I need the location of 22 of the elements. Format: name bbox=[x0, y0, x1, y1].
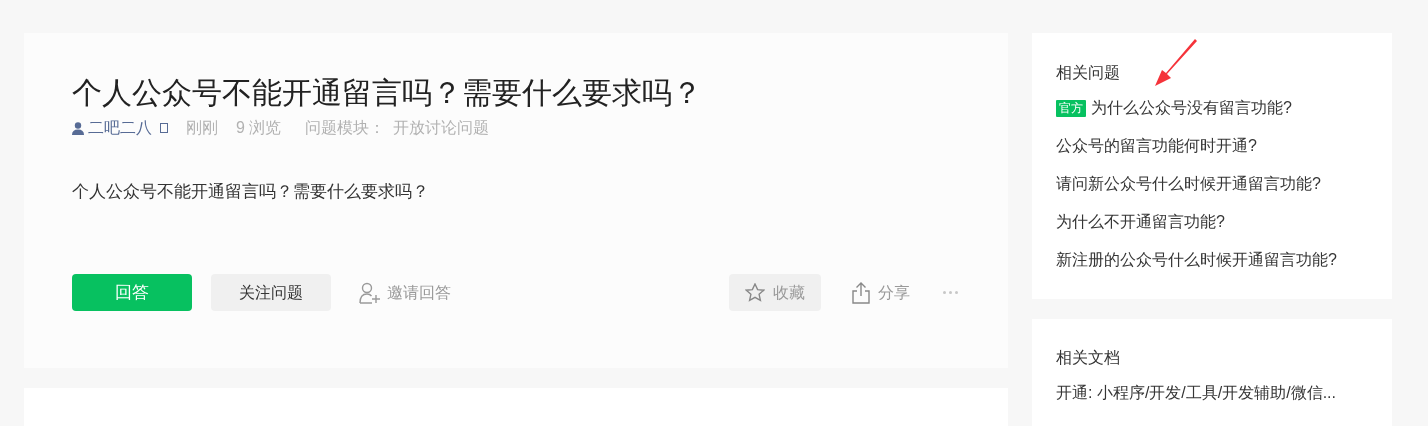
related-link[interactable]: 为什么不开通留言功能? bbox=[1056, 210, 1225, 234]
related-link[interactable]: 为什么公众号没有留言功能? bbox=[1091, 96, 1292, 120]
user-icon bbox=[72, 121, 84, 135]
module-label: 问题模块： bbox=[305, 118, 386, 138]
module-name: 开放讨论问题 bbox=[393, 118, 490, 138]
post-time: 刚刚 bbox=[186, 118, 218, 138]
related-link[interactable]: 公众号的留言功能何时开通? bbox=[1056, 134, 1257, 158]
related-link[interactable]: 开通: 小程序/开发/工具/开发辅助/微信... bbox=[1056, 381, 1336, 405]
section-title: 相关问题 bbox=[1056, 63, 1121, 83]
official-badge: 官方 bbox=[1056, 99, 1086, 117]
add-user-icon bbox=[359, 281, 383, 304]
square-icon bbox=[160, 123, 168, 133]
follow-button[interactable]: 关注问题 bbox=[211, 274, 331, 311]
related-link[interactable]: 请问新公众号什么时候开通留言功能? bbox=[1056, 172, 1321, 196]
author-name[interactable]: 二吧二八 bbox=[88, 116, 152, 140]
share-icon bbox=[852, 281, 870, 304]
related-link[interactable]: 新注册的公众号什么时候开通留言功能? bbox=[1056, 248, 1337, 272]
star-icon bbox=[745, 283, 765, 302]
section-title: 相关文档 bbox=[1056, 348, 1121, 368]
question-title: 个人公众号不能开通留言吗？需要什么要求吗？ bbox=[72, 75, 703, 111]
question-body: 个人公众号不能开通留言吗？需要什么要求吗？ bbox=[72, 181, 430, 203]
view-count: 9 浏览 bbox=[236, 118, 282, 138]
